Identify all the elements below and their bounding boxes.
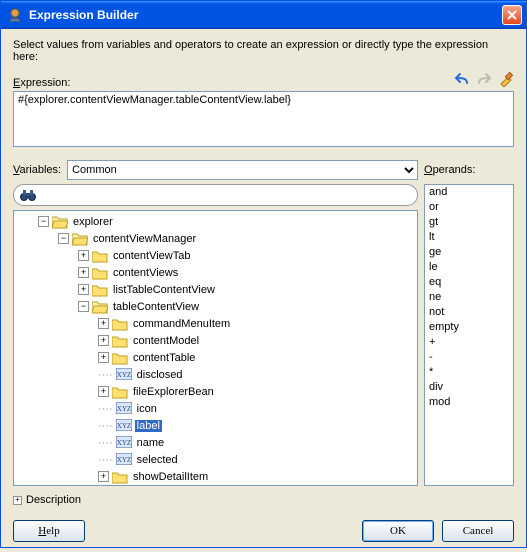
folder-open-icon (52, 215, 68, 229)
collapse-toggle[interactable]: − (38, 216, 49, 227)
title-bar: Expression Builder (1, 1, 526, 29)
operand-item[interactable]: not (427, 306, 511, 321)
property-icon: XYZ (116, 419, 132, 433)
tree-node[interactable]: listTableContentView (111, 284, 217, 296)
tree-leaf-connector: ···· (98, 454, 113, 466)
operand-item[interactable]: ne (427, 291, 511, 306)
operand-item[interactable]: lt (427, 231, 511, 246)
expand-toggle[interactable]: + (98, 335, 109, 346)
tree-leaf[interactable]: name (135, 437, 167, 449)
variables-label: Variables: (13, 164, 61, 176)
operands-list[interactable]: and or gt lt ge le eq ne not empty + - *… (424, 184, 514, 486)
help-button[interactable]: Help (13, 520, 85, 542)
expand-toggle[interactable]: + (98, 352, 109, 363)
tree-node[interactable]: contentViewTab (111, 250, 192, 262)
tree-leaf-connector: ···· (98, 369, 113, 381)
clear-icon[interactable] (498, 71, 514, 87)
property-icon: XYZ (116, 368, 132, 382)
folder-icon (92, 283, 108, 297)
operand-item[interactable]: and (427, 186, 511, 201)
undo-icon[interactable] (454, 71, 470, 87)
folder-icon (112, 351, 128, 365)
svg-text:XYZ: XYZ (116, 456, 130, 464)
svg-text:XYZ: XYZ (116, 422, 130, 430)
tree-leaf-selected[interactable]: label (135, 420, 162, 432)
svg-text:XYZ: XYZ (116, 405, 130, 413)
property-icon: XYZ (116, 402, 132, 416)
tree-node[interactable]: contentViews (111, 267, 180, 279)
expand-toggle[interactable]: + (98, 471, 109, 482)
operand-item[interactable]: le (427, 261, 511, 276)
property-icon: XYZ (116, 436, 132, 450)
operand-item[interactable]: empty (427, 321, 511, 336)
tree-leaf[interactable]: icon (135, 403, 159, 415)
variables-tree[interactable]: − explorer − contentViewManager + conten… (13, 210, 418, 486)
folder-open-icon (72, 232, 88, 246)
operand-item[interactable]: * (427, 366, 511, 381)
operand-item[interactable]: ge (427, 246, 511, 261)
folder-icon (112, 334, 128, 348)
folder-icon (112, 317, 128, 331)
tree-node-explorer[interactable]: explorer (71, 216, 115, 228)
description-label: Description (26, 494, 81, 506)
operand-item[interactable]: or (427, 201, 511, 216)
operand-item[interactable]: mod (427, 396, 511, 411)
property-icon: XYZ (116, 453, 132, 467)
folder-icon (92, 249, 108, 263)
tree-node-tablecontentview[interactable]: tableContentView (111, 301, 201, 313)
tree-leaf-connector: ···· (98, 437, 113, 449)
tree-leaf[interactable]: disclosed (135, 369, 185, 381)
binoculars-icon (20, 187, 36, 203)
tree-leaf[interactable]: selected (135, 454, 180, 466)
ok-button[interactable]: OK (362, 520, 434, 542)
expand-toggle[interactable]: + (78, 284, 89, 295)
folder-icon (92, 266, 108, 280)
collapse-toggle[interactable]: − (78, 301, 89, 312)
operands-label: Operands: (424, 164, 514, 176)
tree-node[interactable]: showDetailItem (131, 471, 210, 483)
instruction-text: Select values from variables and operato… (13, 39, 514, 63)
svg-text:XYZ: XYZ (116, 371, 130, 379)
operand-item[interactable]: gt (427, 216, 511, 231)
redo-icon[interactable] (476, 71, 492, 87)
expression-textarea[interactable] (13, 91, 514, 147)
app-icon (7, 7, 23, 23)
tree-search[interactable] (13, 184, 418, 206)
folder-open-icon (92, 300, 108, 314)
expand-toggle[interactable]: + (78, 250, 89, 261)
tree-leaf-connector: ···· (98, 420, 113, 432)
tree-node[interactable]: contentModel (131, 335, 201, 347)
tree-node[interactable]: fileExplorerBean (131, 386, 216, 398)
folder-icon (112, 470, 128, 484)
expand-toggle[interactable]: + (78, 267, 89, 278)
tree-node[interactable]: contentTable (131, 352, 197, 364)
operand-item[interactable]: eq (427, 276, 511, 291)
expression-label: Expression: (13, 77, 454, 89)
operand-item[interactable]: + (427, 336, 511, 351)
tree-node-contentviewmanager[interactable]: contentViewManager (91, 233, 198, 245)
variables-select[interactable]: Common (67, 160, 418, 180)
description-toggle[interactable]: + (13, 496, 22, 505)
folder-icon (112, 385, 128, 399)
operand-item[interactable]: div (427, 381, 511, 396)
expand-toggle[interactable]: + (98, 386, 109, 397)
tree-node[interactable]: commandMenuItem (131, 318, 232, 330)
cancel-button[interactable]: Cancel (442, 520, 514, 542)
expand-toggle[interactable]: + (98, 318, 109, 329)
close-button[interactable] (502, 5, 522, 25)
operand-item[interactable]: - (427, 351, 511, 366)
collapse-toggle[interactable]: − (58, 233, 69, 244)
window-title: Expression Builder (29, 8, 502, 22)
tree-leaf-connector: ···· (98, 403, 113, 415)
svg-text:XYZ: XYZ (116, 439, 130, 447)
